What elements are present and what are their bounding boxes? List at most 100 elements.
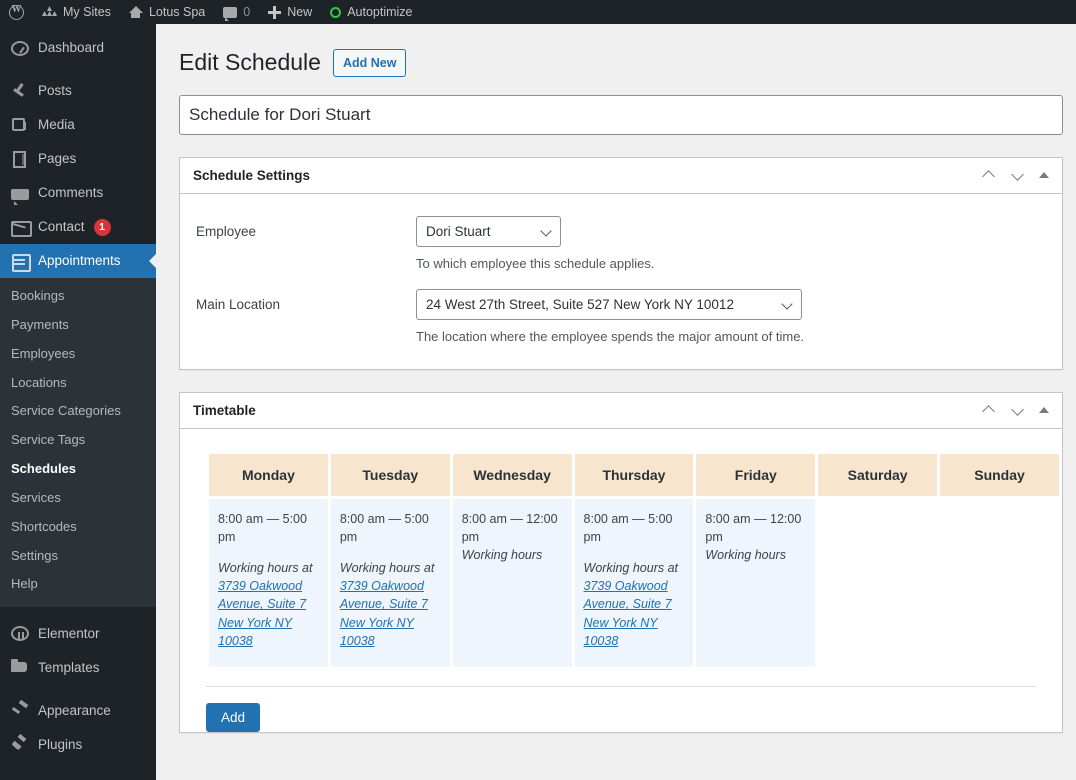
sidebar-subitem-schedules[interactable]: Schedules [0,455,156,484]
autoptimize-label: Autoptimize [347,4,413,19]
comment-icon [223,6,238,21]
comments-bubble[interactable]: 0 [214,0,259,24]
panel-actions [981,403,1053,418]
sidebar-item-pages[interactable]: Pages [0,142,156,176]
sidebar-item-contact[interactable]: Contact 1 [0,210,156,244]
wordpress-logo-icon [9,4,24,20]
employee-select[interactable]: Dori Stuart [416,215,561,247]
calendar-icon [11,252,31,272]
main-location-select-wrapper: 24 West 27th Street, Suite 527 New York … [416,289,802,321]
my-sites-icon [42,6,57,18]
slot-time: 8:00 am — 5:00 pm [339,511,429,545]
move-up-icon[interactable] [981,403,996,418]
sidebar-item-label: Pages [38,151,77,167]
move-up-icon[interactable] [981,168,996,183]
employee-description: To which employee this schedule applies. [416,255,655,271]
timetable-footer: Add [206,685,1036,732]
sidebar-item-label: Plugins [38,736,83,752]
new-content-menu[interactable]: New [259,0,321,24]
pin-icon [11,82,29,100]
site-name-menu[interactable]: Lotus Spa [120,0,214,24]
sidebar-item-elementor[interactable]: Elementor [0,616,156,650]
plus-icon [268,5,282,19]
slot-time: 8:00 am — 12:00 pm [705,511,802,545]
main-location-select[interactable]: 24 West 27th Street, Suite 527 New York … [416,289,802,321]
contact-badge: 1 [93,218,111,236]
slot-cell-friday[interactable]: 8:00 am — 12:00 pm Working hours [696,498,816,667]
toggle-panel-icon[interactable] [1039,172,1049,179]
timetable-head: Monday Tuesday Wednesday Thursday Friday… [209,453,1059,496]
toggle-panel-icon[interactable] [1039,407,1049,414]
sidebar-subitem-service-categories[interactable]: Service Categories [0,397,156,426]
slot-location-link[interactable]: 3739 Oakwood Avenue, Suite 7 New York NY… [218,577,319,650]
panel-title: Timetable [193,402,256,418]
employee-label: Employee [196,223,257,239]
sidebar-item-posts[interactable]: Posts [0,74,156,108]
timetable-body: 8:00 am — 5:00 pm Working hours at 3739 … [209,498,1059,667]
main-location-description: The location where the employee spends t… [416,329,805,345]
sidebar-item-label: Dashboard [38,40,105,56]
sidebar-item-comments[interactable]: Comments [0,176,156,210]
new-label: New [287,4,313,19]
comments-icon [11,188,29,205]
schedule-title-input[interactable] [179,94,1063,135]
sidebar-subitem-services[interactable]: Services [0,484,156,513]
sidebar-subitem-service-tags[interactable]: Service Tags [0,426,156,455]
column-header-wednesday: Wednesday [452,453,572,496]
slot-note: Working hours [461,548,543,563]
autoptimize-menu[interactable]: Autoptimize [321,0,421,24]
slot-location-link[interactable]: 3739 Oakwood Avenue, Suite 7 New York NY… [584,577,685,650]
slot-cell-saturday[interactable] [818,498,938,667]
slot-note: Working hours at [583,561,679,576]
slot-cell-tuesday[interactable]: 8:00 am — 5:00 pm Working hours at 3739 … [330,498,450,667]
slot-cell-thursday[interactable]: 8:00 am — 5:00 pm Working hours at 3739 … [574,498,694,667]
panel-header: Schedule Settings [180,158,1062,194]
slot-cell-wednesday[interactable]: 8:00 am — 12:00 pm Working hours [452,498,572,667]
sidebar-item-label: Contact [38,219,85,235]
my-sites-menu[interactable]: My Sites [33,0,120,24]
sidebar-subitem-shortcodes[interactable]: Shortcodes [0,513,156,542]
sidebar-item-dashboard[interactable]: Dashboard [0,31,156,65]
move-down-icon[interactable] [1010,403,1025,418]
autoptimize-icon [330,6,342,18]
sidebar-subitem-payments[interactable]: Payments [0,311,156,340]
schedule-settings-panel: Schedule Settings Employee Dori Stuart T… [179,156,1063,370]
main-location-control: 24 West 27th Street, Suite 527 New York … [416,289,1062,347]
sidebar-item-appearance[interactable]: Appearance [0,693,156,727]
column-header-sunday: Sunday [940,453,1059,496]
panel-title: Schedule Settings [193,167,311,183]
sidebar-subitem-settings[interactable]: Settings [0,542,156,571]
sidebar-subitem-bookings[interactable]: Bookings [0,282,156,311]
move-down-icon[interactable] [1010,168,1025,183]
dashboard-icon [11,41,29,56]
menu-separator [0,684,156,693]
menu-separator [0,607,156,616]
sidebar-subitem-employees[interactable]: Employees [0,340,156,369]
slot-location-link[interactable]: 3739 Oakwood Avenue, Suite 7 New York NY… [340,577,441,650]
slot-cell-monday[interactable]: 8:00 am — 5:00 pm Working hours at 3739 … [209,498,328,667]
sidebar-subitem-locations[interactable]: Locations [0,369,156,398]
sidebar-item-media[interactable]: Media [0,108,156,142]
add-button[interactable]: Add [206,702,261,732]
slot-time: 8:00 am — 5:00 pm [218,511,307,545]
my-sites-label: My Sites [63,4,111,19]
sidebar-item-label: Appointments [38,253,121,269]
pages-icon [11,150,29,168]
sidebar-item-plugins[interactable]: Plugins [0,727,156,761]
sidebar-item-appointments[interactable]: Appointments [0,244,157,278]
mail-icon [11,218,32,237]
employee-field-row: Employee Dori Stuart To which employee t… [180,215,1062,274]
sidebar-subitem-help[interactable]: Help [0,570,156,599]
page-title: Edit Schedule [179,49,321,75]
wordpress-logo-menu[interactable] [0,0,33,24]
panel-header: Timetable [180,393,1062,429]
page-header: Edit Schedule Add New [156,24,1076,78]
add-new-button[interactable]: Add New [332,48,407,77]
main-location-field-row: Main Location 24 West 27th Street, Suite… [180,289,1062,347]
slot-cell-sunday[interactable] [940,498,1059,667]
sidebar-item-templates[interactable]: Templates [0,650,156,684]
slot-time: 8:00 am — 12:00 pm [461,511,558,545]
employee-select-wrapper: Dori Stuart [416,215,561,247]
panel-actions [981,168,1053,183]
column-header-tuesday: Tuesday [330,453,450,496]
